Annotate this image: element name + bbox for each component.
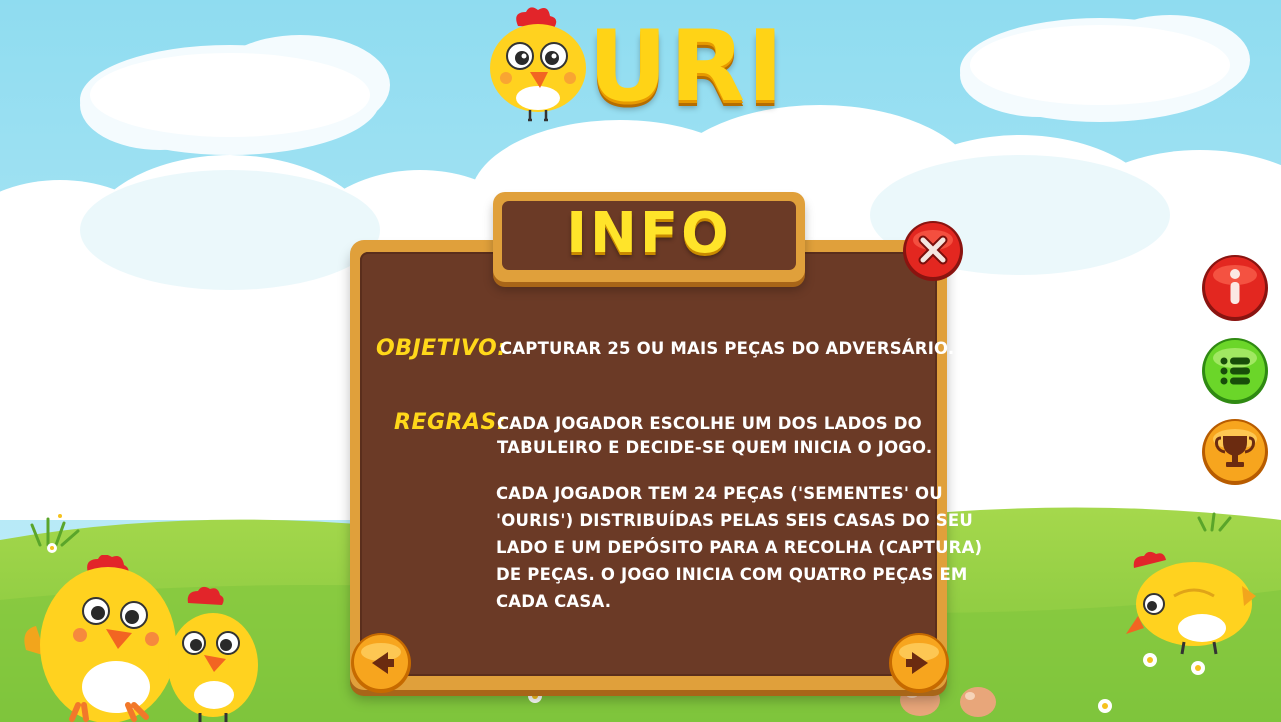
regras-para2-line-2: 'OURIS') DISTRIBUÍDAS PELAS SEIS CASAS D… — [496, 511, 973, 530]
chick-right-icon — [1126, 551, 1256, 655]
menu-button[interactable] — [1201, 337, 1269, 405]
trophy-icon — [1202, 419, 1268, 485]
panel-title: INFO — [566, 201, 732, 266]
regras-para2-line-1: CADA JOGADOR TEM 24 PEÇAS ('SEMENTES' OU — [496, 484, 943, 503]
list-icon — [1202, 338, 1268, 404]
info-icon — [1202, 255, 1268, 321]
info-button[interactable] — [1201, 254, 1269, 322]
next-button[interactable] — [888, 632, 950, 694]
arrow-right-icon — [889, 633, 949, 693]
game-scene: URI INFO OBJETIVO: CAPTURAR 25 OU MAIS P… — [0, 0, 1281, 722]
objetivo-label: OBJETIVO: — [376, 336, 507, 361]
objetivo-text: CAPTURAR 25 OU MAIS PEÇAS DO ADVERSÁRIO. — [500, 339, 955, 358]
regras-para2-line-3: LADO E UM DEPÓSITO PARA A RECOLHA (CAPTU… — [496, 538, 983, 557]
regras-label: REGRAS: — [394, 410, 507, 435]
arrow-left-icon — [351, 633, 411, 693]
regras-line-1: CADA JOGADOR ESCOLHE UM DOS LADOS DO — [497, 414, 922, 433]
logo-title: URI — [588, 10, 786, 124]
info-panel — [350, 240, 947, 690]
prev-button[interactable] — [350, 632, 412, 694]
close-button[interactable] — [902, 220, 964, 282]
regras-para2-line-5: CADA CASA. — [496, 592, 612, 611]
info-title-plate-inner: INFO — [502, 201, 796, 270]
logo-chick-icon — [490, 7, 586, 122]
chicks-left-icon — [24, 555, 258, 722]
close-icon — [903, 221, 963, 281]
trophy-button[interactable] — [1201, 418, 1269, 486]
regras-line-2: TABULEIRO E DECIDE-SE QUEM INICIA O JOGO… — [497, 438, 933, 457]
info-panel-body — [360, 252, 937, 676]
info-title-plate: INFO — [493, 192, 805, 282]
regras-para2-line-4: DE PEÇAS. O JOGO INICIA COM QUATRO PEÇAS… — [496, 565, 968, 584]
